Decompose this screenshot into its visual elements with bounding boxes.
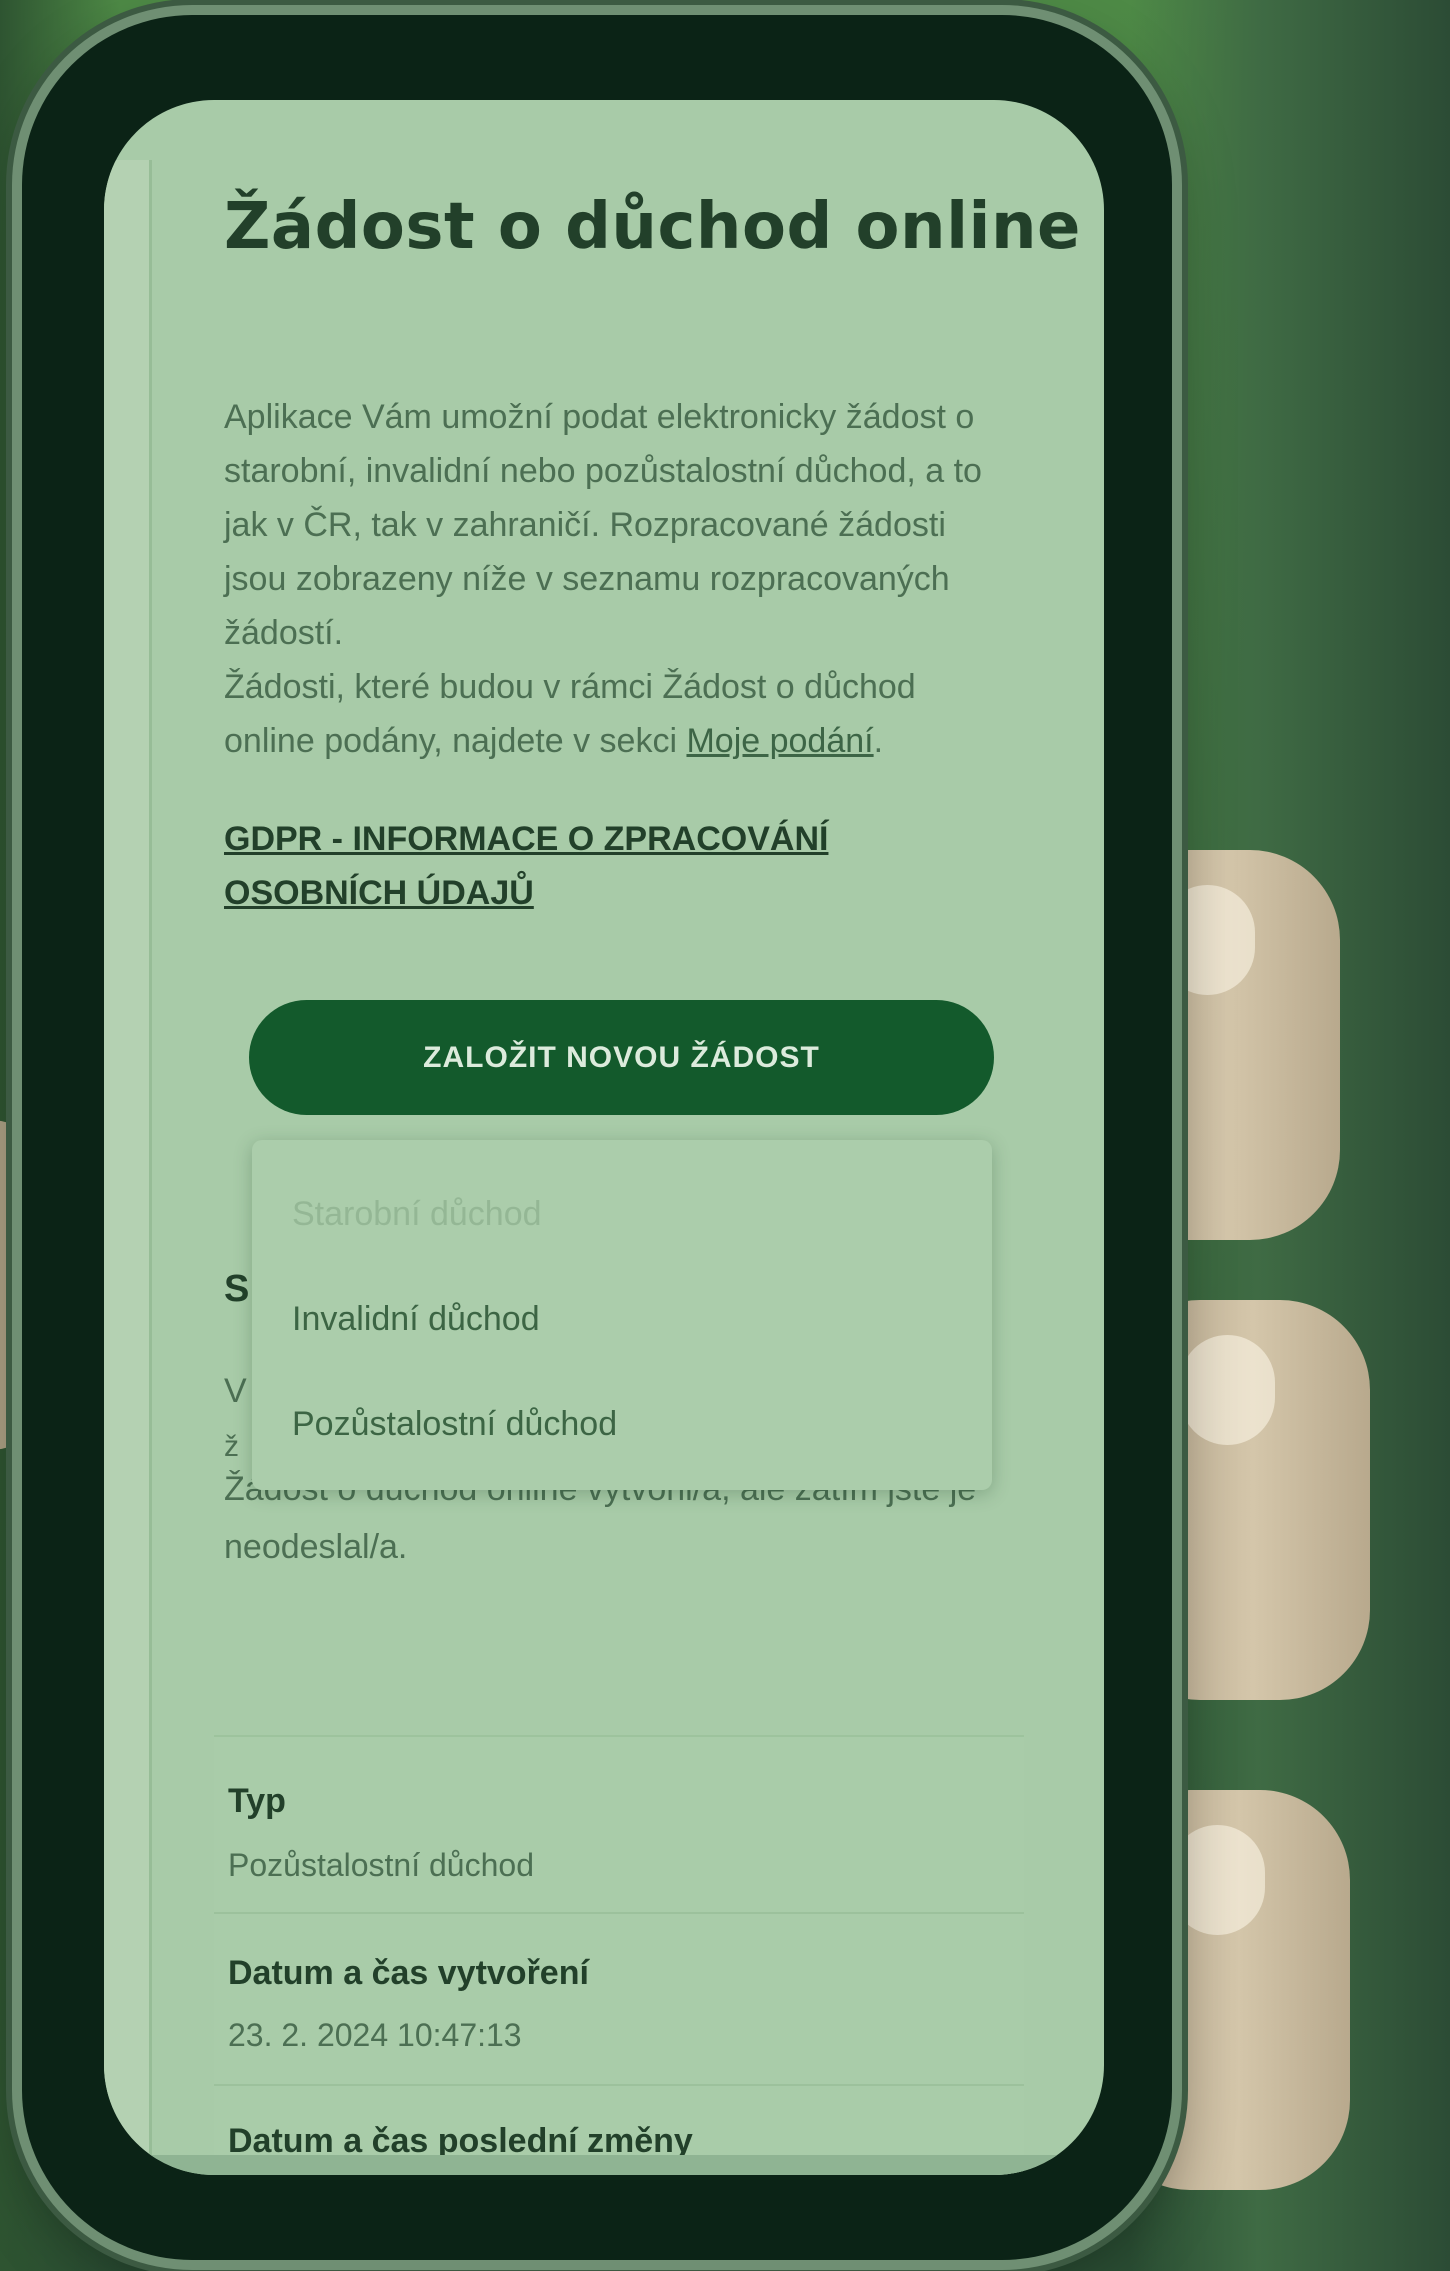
section-title-start: S xyxy=(224,1268,250,1310)
screen-left-edge xyxy=(104,160,152,2160)
fingernail xyxy=(1180,1335,1275,1445)
my-submissions-link[interactable]: Moje podání xyxy=(686,722,873,760)
fingernail xyxy=(1170,1825,1265,1935)
type-label: Typ xyxy=(228,1782,286,1820)
gdpr-info-link[interactable]: GDPR - INFORMACE O ZPRACOVÁNÍ OSOBNÍCH Ú… xyxy=(224,812,944,920)
request-card[interactable]: Typ Pozůstalostní důchod Datum a čas vyt… xyxy=(214,1735,1024,2175)
created-value: 23. 2. 2024 10:47:13 xyxy=(228,2017,522,2053)
dropdown-item-survivors-pension[interactable]: Pozůstalostní důchod xyxy=(292,1405,617,1444)
card-row-type: Typ Pozůstalostní důchod xyxy=(214,1737,1024,1914)
request-type-dropdown: Starobní důchod Invalidní důchod Pozůsta… xyxy=(252,1140,992,1490)
section-partial-text-v: V xyxy=(224,1372,247,1410)
type-value: Pozůstalostní důchod xyxy=(228,1847,534,1883)
bottom-toolbar-edge xyxy=(104,2155,1104,2175)
intro-text-2: Žádosti, které budou v rámci Žádost o dů… xyxy=(224,668,916,760)
create-new-request-button[interactable]: ZALOŽIT NOVOU ŽÁDOST xyxy=(249,1000,994,1115)
section-partial-text-z: ž xyxy=(224,1430,239,1463)
fingernail xyxy=(1160,885,1255,995)
phone-screen: Žádost o důchod online Aplikace Vám umož… xyxy=(104,100,1104,2175)
page-title: Žádost o důchod online xyxy=(224,190,1081,264)
card-row-created: Datum a čas vytvoření 23. 2. 2024 10:47:… xyxy=(214,1912,1024,2086)
intro-paragraph: Aplikace Vám umožní podat elektronicky ž… xyxy=(224,390,1004,768)
dropdown-item-old-age-pension: Starobní důchod xyxy=(292,1195,542,1233)
phone-device: Žádost o důchod online Aplikace Vám umož… xyxy=(22,15,1172,2260)
created-label: Datum a čas vytvoření xyxy=(228,1954,589,1992)
intro-text: Aplikace Vám umožní podat elektronicky ž… xyxy=(224,398,982,652)
dropdown-item-disability-pension[interactable]: Invalidní důchod xyxy=(292,1300,540,1339)
